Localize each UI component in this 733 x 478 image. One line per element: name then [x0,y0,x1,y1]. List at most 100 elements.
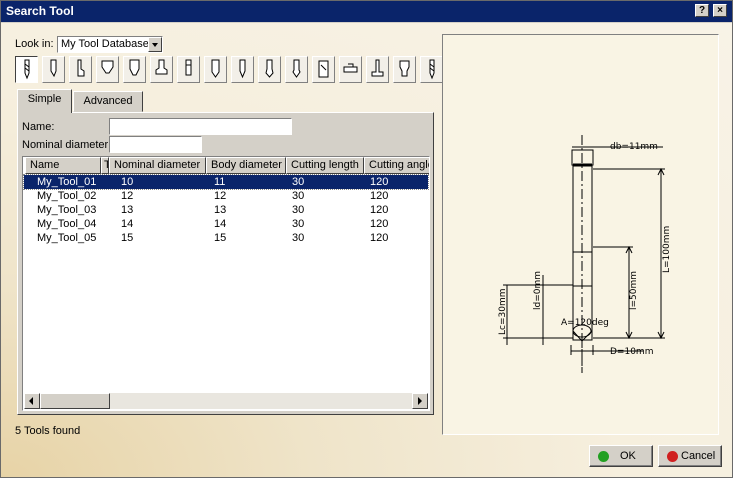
window-title: Search Tool [6,4,74,18]
cell-body-diameter: 15 [214,232,227,244]
tool-type-button[interactable] [150,56,173,83]
tool-1-icon [50,59,57,78]
tool-drawing: db=11mm L=100mm l=50mm ld=0mm Lc=30mm A=… [498,135,672,373]
cell-name: My_Tool_04 [37,218,97,230]
tool-11-icon [318,60,329,78]
dimension-angle: A=120deg [561,318,609,328]
tool-type-button[interactable] [339,56,362,83]
close-button[interactable]: × [713,4,727,17]
table-row[interactable]: My_Tool_04 14 14 30 120 [24,217,428,231]
name-label: Name: [22,121,55,133]
results-table: Name T Nominal diameter Body diameter Cu… [22,156,430,411]
cell-body-diameter: 13 [214,204,227,216]
cell-name: My_Tool_03 [37,204,97,216]
tool-5-icon [155,59,168,75]
cell-nominal-diameter: 12 [121,190,134,202]
chevron-down-icon[interactable] [148,37,162,52]
tool-7-icon [211,59,220,78]
tool-type-button[interactable] [204,56,227,83]
cell-name: My_Tool_02 [37,190,97,202]
scroll-left-icon[interactable] [24,393,40,409]
tab-advanced[interactable]: Advanced [73,91,143,112]
tool-6-icon [185,59,192,76]
dimension-D: D=10mm [610,347,653,357]
cell-cutting-length: 30 [292,176,305,188]
cell-cutting-angle: 120 [370,232,389,244]
dimension-db: db=11mm [610,142,658,152]
scroll-right-icon[interactable] [412,393,428,409]
cell-cutting-angle: 120 [370,176,389,188]
tool-preview-panel: db=11mm L=100mm l=50mm ld=0mm Lc=30mm A=… [442,34,719,435]
dimension-ld: ld=0mm [533,271,543,310]
cell-cutting-angle: 120 [370,190,389,202]
ok-button-label: OK [620,450,636,462]
tool-type-button[interactable] [312,56,335,83]
ok-icon [598,451,609,462]
tool-8-icon [239,59,246,79]
tool-type-button[interactable] [15,56,38,83]
cell-body-diameter: 14 [214,218,227,230]
table-row[interactable]: My_Tool_05 15 15 30 120 [24,231,428,245]
cell-cutting-length: 30 [292,232,305,244]
tool-13-icon [371,59,384,77]
cell-cutting-length: 30 [292,190,305,202]
end-mill-icon [24,59,30,80]
cell-cutting-length: 30 [292,204,305,216]
tool-10-icon [292,59,301,78]
ok-button[interactable]: OK [589,445,653,467]
cell-nominal-diameter: 14 [121,218,134,230]
tool-9-icon [265,59,274,78]
look-in-label: Look in: [15,38,54,50]
column-header-name[interactable]: Name [25,157,101,174]
tool-4-icon [129,59,140,76]
tool-type-button[interactable] [69,56,92,83]
cell-nominal-diameter: 13 [121,204,134,216]
dimension-l: l=50mm [629,271,639,310]
cancel-button-label: Cancel [681,450,716,462]
status-text: 5 Tools found [15,425,81,437]
horizontal-scrollbar[interactable] [24,393,428,409]
dimension-Lc: Lc=30mm [498,289,508,336]
cancel-button[interactable]: Cancel [658,445,722,467]
cell-nominal-diameter: 10 [121,176,134,188]
cell-name: My_Tool_05 [37,232,97,244]
cancel-icon [667,451,678,462]
cell-body-diameter: 12 [214,190,227,202]
column-header-cutting-length[interactable]: Cutting length [286,157,364,174]
look-in-dropdown[interactable]: My Tool Database [57,36,163,53]
column-header-body-diameter[interactable]: Body diameter [206,157,286,174]
table-row[interactable]: My_Tool_03 13 13 30 120 [24,203,428,217]
tool-type-button[interactable] [366,56,389,83]
column-header-cutting-angle[interactable]: Cutting angle [364,157,429,174]
cell-nominal-diameter: 15 [121,232,134,244]
tool-12-icon [343,63,358,73]
tool-type-button[interactable] [231,56,254,83]
tool-15-icon [429,59,435,80]
tool-type-button[interactable] [123,56,146,83]
tab-simple[interactable]: Simple [17,89,72,113]
tool-type-button[interactable] [420,56,443,83]
tool-14-icon [399,60,410,77]
tool-type-button[interactable] [285,56,308,83]
table-row[interactable]: My_Tool_01 10 11 30 120 [23,174,429,190]
cell-cutting-angle: 120 [370,204,389,216]
help-button[interactable]: ? [695,4,709,17]
tool-type-button[interactable] [177,56,200,83]
title-bar: Search Tool ? × [1,1,732,22]
dimension-L: L=100mm [662,226,672,273]
tool-type-button[interactable] [393,56,416,83]
search-tool-dialog: Search Tool ? × Look in: My Tool Databas… [0,0,733,478]
scrollbar-thumb[interactable] [40,393,110,409]
cell-name: My_Tool_01 [37,176,97,188]
look-in-value: My Tool Database [61,38,149,50]
column-header-nominal-diameter[interactable]: Nominal diameter [109,157,206,174]
tool-type-button[interactable] [258,56,281,83]
tool-type-button[interactable] [96,56,119,83]
column-header-t[interactable]: T [101,157,109,174]
tool-3-icon [101,60,114,74]
table-row[interactable]: My_Tool_02 12 12 30 120 [24,189,428,203]
tool-2-icon [77,59,85,77]
tool-type-button[interactable] [42,56,65,83]
name-input[interactable] [109,118,292,135]
nominal-diameter-input[interactable] [109,136,202,153]
